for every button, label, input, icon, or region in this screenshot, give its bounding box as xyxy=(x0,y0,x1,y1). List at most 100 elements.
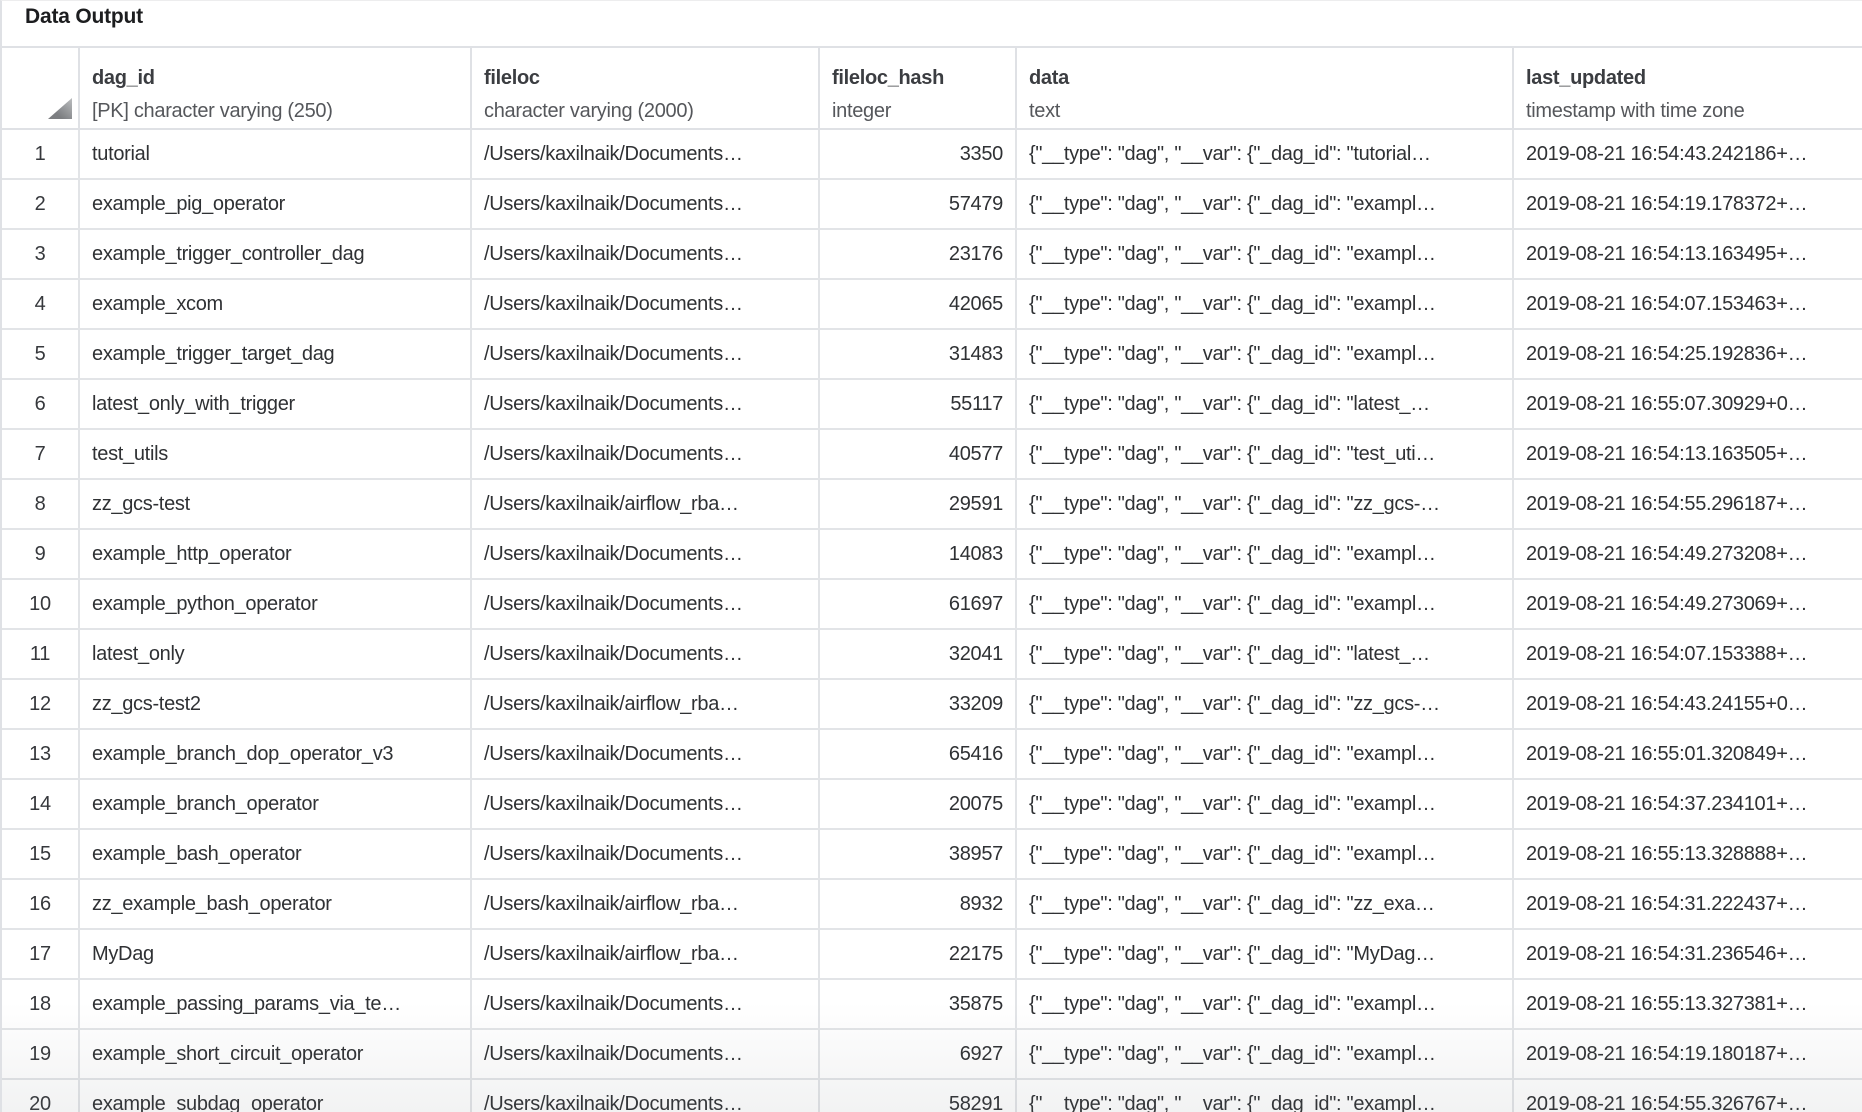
cell-data[interactable]: {"__type": "dag", "__var": {"_dag_id": "… xyxy=(1017,130,1514,180)
cell-last_updated[interactable]: 2019-08-21 16:54:43.24155+0… xyxy=(1514,680,1862,730)
cell-data[interactable]: {"__type": "dag", "__var": {"_dag_id": "… xyxy=(1017,530,1514,580)
column-header-data[interactable]: datatext xyxy=(1017,46,1514,130)
cell-dag_id[interactable]: example_trigger_target_dag xyxy=(80,330,472,380)
cell-data[interactable]: {"__type": "dag", "__var": {"_dag_id": "… xyxy=(1017,1030,1514,1080)
cell-fileloc[interactable]: /Users/kaxilnaik/Documents… xyxy=(472,530,820,580)
cell-fileloc_hash[interactable]: 58291 xyxy=(820,1080,1017,1112)
row-number-cell[interactable]: 15 xyxy=(2,830,80,880)
cell-dag_id[interactable]: example_branch_dop_operator_v3 xyxy=(80,730,472,780)
cell-data[interactable]: {"__type": "dag", "__var": {"_dag_id": "… xyxy=(1017,180,1514,230)
cell-fileloc[interactable]: /Users/kaxilnaik/Documents… xyxy=(472,1080,820,1112)
row-number-cell[interactable]: 13 xyxy=(2,730,80,780)
cell-dag_id[interactable]: example_pig_operator xyxy=(80,180,472,230)
cell-data[interactable]: {"__type": "dag", "__var": {"_dag_id": "… xyxy=(1017,230,1514,280)
cell-fileloc[interactable]: /Users/kaxilnaik/Documents… xyxy=(472,280,820,330)
cell-fileloc_hash[interactable]: 38957 xyxy=(820,830,1017,880)
cell-data[interactable]: {"__type": "dag", "__var": {"_dag_id": "… xyxy=(1017,430,1514,480)
cell-last_updated[interactable]: 2019-08-21 16:54:13.163495+… xyxy=(1514,230,1862,280)
row-number-cell[interactable]: 19 xyxy=(2,1030,80,1080)
cell-dag_id[interactable]: example_subdag_operator xyxy=(80,1080,472,1112)
cell-data[interactable]: {"__type": "dag", "__var": {"_dag_id": "… xyxy=(1017,730,1514,780)
cell-dag_id[interactable]: example_passing_params_via_te… xyxy=(80,980,472,1030)
cell-data[interactable]: {"__type": "dag", "__var": {"_dag_id": "… xyxy=(1017,480,1514,530)
cell-fileloc[interactable]: /Users/kaxilnaik/Documents… xyxy=(472,830,820,880)
row-number-cell[interactable]: 16 xyxy=(2,880,80,930)
cell-last_updated[interactable]: 2019-08-21 16:54:55.326767+… xyxy=(1514,1080,1862,1112)
row-number-cell[interactable]: 6 xyxy=(2,380,80,430)
cell-fileloc[interactable]: /Users/kaxilnaik/airflow_rba… xyxy=(472,880,820,930)
cell-data[interactable]: {"__type": "dag", "__var": {"_dag_id": "… xyxy=(1017,930,1514,980)
cell-dag_id[interactable]: MyDag xyxy=(80,930,472,980)
cell-last_updated[interactable]: 2019-08-21 16:54:37.234101+… xyxy=(1514,780,1862,830)
row-number-cell[interactable]: 8 xyxy=(2,480,80,530)
cell-dag_id[interactable]: zz_example_bash_operator xyxy=(80,880,472,930)
row-number-cell[interactable]: 9 xyxy=(2,530,80,580)
cell-data[interactable]: {"__type": "dag", "__var": {"_dag_id": "… xyxy=(1017,330,1514,380)
select-all-corner-cell[interactable] xyxy=(2,46,80,130)
cell-fileloc_hash[interactable]: 35875 xyxy=(820,980,1017,1030)
cell-fileloc_hash[interactable]: 14083 xyxy=(820,530,1017,580)
cell-dag_id[interactable]: example_bash_operator xyxy=(80,830,472,880)
cell-fileloc[interactable]: /Users/kaxilnaik/Documents… xyxy=(472,230,820,280)
cell-fileloc[interactable]: /Users/kaxilnaik/Documents… xyxy=(472,380,820,430)
cell-dag_id[interactable]: example_python_operator xyxy=(80,580,472,630)
cell-fileloc_hash[interactable]: 61697 xyxy=(820,580,1017,630)
cell-dag_id[interactable]: tutorial xyxy=(80,130,472,180)
row-number-cell[interactable]: 14 xyxy=(2,780,80,830)
cell-last_updated[interactable]: 2019-08-21 16:55:13.328888+… xyxy=(1514,830,1862,880)
cell-dag_id[interactable]: example_branch_operator xyxy=(80,780,472,830)
cell-data[interactable]: {"__type": "dag", "__var": {"_dag_id": "… xyxy=(1017,580,1514,630)
cell-fileloc[interactable]: /Users/kaxilnaik/Documents… xyxy=(472,980,820,1030)
cell-data[interactable]: {"__type": "dag", "__var": {"_dag_id": "… xyxy=(1017,380,1514,430)
cell-last_updated[interactable]: 2019-08-21 16:55:13.327381+… xyxy=(1514,980,1862,1030)
row-number-cell[interactable]: 20 xyxy=(2,1080,80,1112)
cell-fileloc[interactable]: /Users/kaxilnaik/Documents… xyxy=(472,730,820,780)
cell-fileloc[interactable]: /Users/kaxilnaik/airflow_rba… xyxy=(472,930,820,980)
column-header-last_updated[interactable]: last_updatedtimestamp with time zone xyxy=(1514,46,1862,130)
row-number-cell[interactable]: 2 xyxy=(2,180,80,230)
cell-last_updated[interactable]: 2019-08-21 16:54:55.296187+… xyxy=(1514,480,1862,530)
cell-last_updated[interactable]: 2019-08-21 16:54:31.222437+… xyxy=(1514,880,1862,930)
cell-fileloc_hash[interactable]: 22175 xyxy=(820,930,1017,980)
cell-dag_id[interactable]: example_short_circuit_operator xyxy=(80,1030,472,1080)
cell-last_updated[interactable]: 2019-08-21 16:54:49.273208+… xyxy=(1514,530,1862,580)
row-number-cell[interactable]: 7 xyxy=(2,430,80,480)
cell-fileloc[interactable]: /Users/kaxilnaik/Documents… xyxy=(472,780,820,830)
cell-fileloc[interactable]: /Users/kaxilnaik/Documents… xyxy=(472,180,820,230)
cell-last_updated[interactable]: 2019-08-21 16:54:07.153463+… xyxy=(1514,280,1862,330)
cell-last_updated[interactable]: 2019-08-21 16:54:19.178372+… xyxy=(1514,180,1862,230)
cell-dag_id[interactable]: example_trigger_controller_dag xyxy=(80,230,472,280)
cell-fileloc_hash[interactable]: 57479 xyxy=(820,180,1017,230)
cell-data[interactable]: {"__type": "dag", "__var": {"_dag_id": "… xyxy=(1017,1080,1514,1112)
cell-dag_id[interactable]: zz_gcs-test2 xyxy=(80,680,472,730)
cell-dag_id[interactable]: example_http_operator xyxy=(80,530,472,580)
cell-fileloc[interactable]: /Users/kaxilnaik/airflow_rba… xyxy=(472,480,820,530)
cell-data[interactable]: {"__type": "dag", "__var": {"_dag_id": "… xyxy=(1017,880,1514,930)
cell-data[interactable]: {"__type": "dag", "__var": {"_dag_id": "… xyxy=(1017,630,1514,680)
cell-dag_id[interactable]: test_utils xyxy=(80,430,472,480)
column-header-fileloc_hash[interactable]: fileloc_hashinteger xyxy=(820,46,1017,130)
row-number-cell[interactable]: 3 xyxy=(2,230,80,280)
cell-last_updated[interactable]: 2019-08-21 16:55:01.320849+… xyxy=(1514,730,1862,780)
cell-fileloc_hash[interactable]: 32041 xyxy=(820,630,1017,680)
cell-last_updated[interactable]: 2019-08-21 16:54:43.242186+… xyxy=(1514,130,1862,180)
cell-last_updated[interactable]: 2019-08-21 16:54:31.236546+… xyxy=(1514,930,1862,980)
cell-fileloc_hash[interactable]: 6927 xyxy=(820,1030,1017,1080)
cell-fileloc_hash[interactable]: 40577 xyxy=(820,430,1017,480)
cell-fileloc_hash[interactable]: 8932 xyxy=(820,880,1017,930)
row-number-cell[interactable]: 17 xyxy=(2,930,80,980)
cell-last_updated[interactable]: 2019-08-21 16:54:19.180187+… xyxy=(1514,1030,1862,1080)
row-number-cell[interactable]: 10 xyxy=(2,580,80,630)
cell-fileloc_hash[interactable]: 55117 xyxy=(820,380,1017,430)
cell-dag_id[interactable]: zz_gcs-test xyxy=(80,480,472,530)
cell-fileloc[interactable]: /Users/kaxilnaik/Documents… xyxy=(472,430,820,480)
cell-last_updated[interactable]: 2019-08-21 16:54:07.153388+… xyxy=(1514,630,1862,680)
cell-dag_id[interactable]: latest_only_with_trigger xyxy=(80,380,472,430)
cell-fileloc[interactable]: /Users/kaxilnaik/Documents… xyxy=(472,580,820,630)
cell-fileloc[interactable]: /Users/kaxilnaik/Documents… xyxy=(472,330,820,380)
cell-fileloc_hash[interactable]: 65416 xyxy=(820,730,1017,780)
cell-fileloc_hash[interactable]: 20075 xyxy=(820,780,1017,830)
cell-last_updated[interactable]: 2019-08-21 16:54:25.192836+… xyxy=(1514,330,1862,380)
cell-fileloc[interactable]: /Users/kaxilnaik/Documents… xyxy=(472,1030,820,1080)
column-header-dag_id[interactable]: dag_id[PK] character varying (250) xyxy=(80,46,472,130)
